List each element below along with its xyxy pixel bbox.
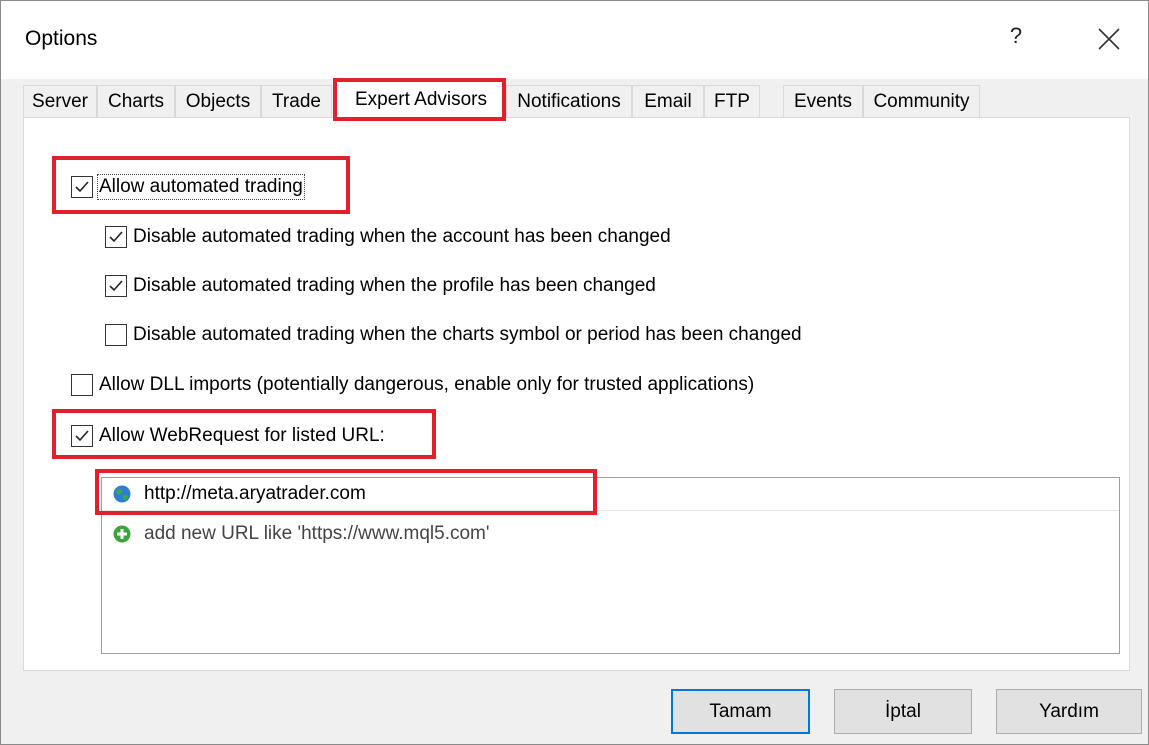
disable-profile-changed-checkbox[interactable]: [105, 275, 127, 297]
checkmark-icon: [75, 430, 89, 442]
tab-email[interactable]: Email: [632, 85, 704, 118]
tab-expert-advisors[interactable]: Expert Advisors: [336, 81, 506, 120]
checkmark-icon: [109, 231, 123, 243]
checkmark-icon: [109, 280, 123, 292]
add-url-hint: add new URL like 'https://www.mql5.com': [144, 523, 490, 544]
help-button[interactable]: Yardım: [996, 689, 1142, 734]
plus-circle-icon: [113, 525, 131, 543]
disable-profile-changed-label: Disable automated trading when the profi…: [133, 275, 656, 296]
tab-objects[interactable]: Objects: [175, 85, 261, 118]
allow-dll-imports-label: Allow DLL imports (potentially dangerous…: [99, 374, 755, 395]
tab-community[interactable]: Community: [863, 85, 980, 118]
option-disable-account-changed[interactable]: Disable automated trading when the accou…: [105, 222, 671, 252]
add-url-row[interactable]: add new URL like 'https://www.mql5.com': [102, 518, 1119, 550]
dialog-title: Options: [25, 27, 98, 50]
close-button[interactable]: [1089, 19, 1129, 59]
close-icon: [1098, 28, 1120, 50]
checkmark-icon: [75, 181, 89, 193]
title-bar: Options ?: [1, 1, 1148, 79]
cancel-button[interactable]: İptal: [834, 689, 972, 734]
url-list[interactable]: http://meta.aryatrader.com add new URL l…: [101, 477, 1120, 654]
tab-notifications[interactable]: Notifications: [506, 85, 632, 118]
tab-charts[interactable]: Charts: [97, 85, 175, 118]
allow-automated-trading-label: Allow automated trading: [97, 174, 305, 200]
allow-automated-trading-checkbox[interactable]: [71, 176, 93, 198]
tab-server[interactable]: Server: [23, 85, 97, 118]
allow-webrequest-checkbox[interactable]: [71, 425, 93, 447]
disable-symbol-changed-checkbox[interactable]: [105, 324, 127, 346]
option-disable-symbol-changed[interactable]: Disable automated trading when the chart…: [105, 320, 802, 350]
help-question-button[interactable]: ?: [1003, 21, 1029, 51]
disable-account-changed-label: Disable automated trading when the accou…: [133, 226, 671, 247]
option-disable-profile-changed[interactable]: Disable automated trading when the profi…: [105, 271, 656, 301]
option-allow-dll-imports[interactable]: Allow DLL imports (potentially dangerous…: [71, 370, 754, 400]
tab-events[interactable]: Events: [783, 85, 863, 118]
disable-symbol-changed-label: Disable automated trading when the chart…: [133, 324, 802, 345]
option-allow-webrequest[interactable]: Allow WebRequest for listed URL:: [71, 421, 385, 451]
globe-icon: [113, 485, 131, 503]
options-dialog: Options ? Server Charts Objects Trade Ex…: [0, 0, 1149, 745]
disable-account-changed-checkbox[interactable]: [105, 226, 127, 248]
tab-strip: Server Charts Objects Trade Expert Advis…: [23, 81, 1131, 120]
url-list-item[interactable]: http://meta.aryatrader.com: [102, 478, 1119, 511]
allow-webrequest-label: Allow WebRequest for listed URL:: [99, 425, 385, 446]
url-item-text: http://meta.aryatrader.com: [144, 483, 366, 504]
tab-ftp[interactable]: FTP: [704, 85, 760, 118]
option-allow-automated-trading[interactable]: Allow automated trading: [71, 172, 305, 202]
tab-trade[interactable]: Trade: [261, 85, 332, 118]
allow-dll-imports-checkbox[interactable]: [71, 374, 93, 396]
ok-button[interactable]: Tamam: [671, 689, 810, 734]
